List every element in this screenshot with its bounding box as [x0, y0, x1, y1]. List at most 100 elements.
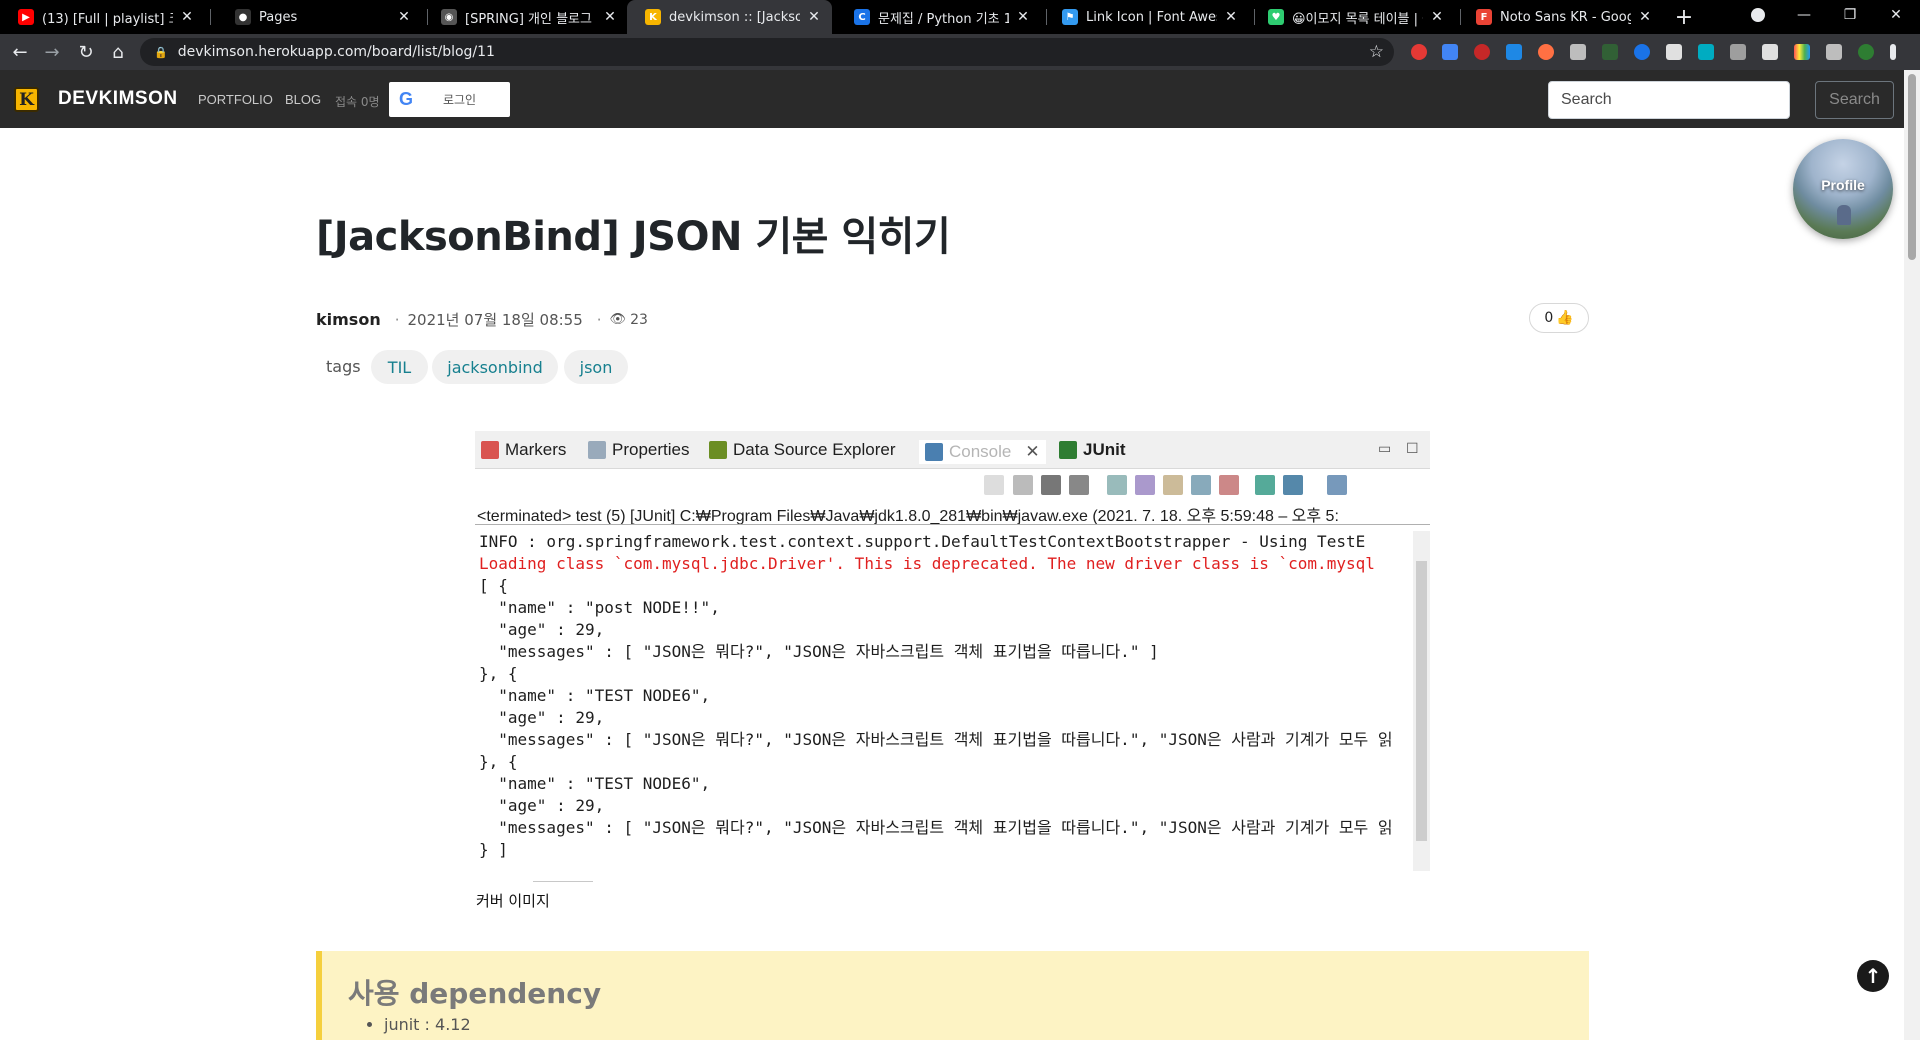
brand-name[interactable]: DEVKIMSON [58, 88, 178, 110]
brand-logo[interactable]: K [14, 87, 39, 112]
profile-button[interactable]: Profile [1793, 139, 1893, 239]
user-avatar-icon[interactable] [1858, 44, 1874, 60]
eclipse-scrollbar-thumb [1416, 561, 1427, 841]
tab-separator [210, 9, 211, 25]
eclipse-bottom-line [533, 881, 593, 882]
scrollbar-thumb[interactable] [1908, 74, 1916, 260]
eclipse-console-output: INFO : org.springframework.test.context.… [479, 531, 1409, 871]
like-button[interactable]: 0 👍 [1529, 303, 1589, 333]
screen-extension-icon[interactable] [1762, 44, 1778, 60]
console-line: }, { [479, 664, 518, 683]
like-count: 0 [1544, 310, 1554, 326]
profile-circle-icon[interactable] [1735, 0, 1781, 30]
mail-extension-icon[interactable] [1570, 44, 1586, 60]
close-window-button[interactable]: ✕ [1873, 0, 1919, 30]
eclipse-tab-data-source: Data Source Explorer [709, 440, 896, 460]
close-tab-icon[interactable]: ✕ [1429, 9, 1445, 25]
search-input[interactable] [1548, 81, 1790, 119]
ublock-extension-icon[interactable] [1474, 44, 1490, 60]
clear-console-icon [1107, 475, 1127, 495]
tab-title: [SPRING] 개인 블로그 | De [465, 11, 596, 27]
address-bar[interactable]: 🔒 devkimson.herokuapp.com/board/list/blo… [140, 38, 1394, 66]
forward-button[interactable]: → [38, 38, 66, 66]
tag-jacksonbind[interactable]: jacksonbind [432, 350, 558, 384]
home-button[interactable]: ⌂ [104, 38, 132, 66]
console-line: "name" : "TEST NODE6", [479, 774, 711, 793]
tab-favicon-icon: ● [235, 9, 251, 25]
browser-tab[interactable]: ◉ [SPRING] 개인 블로그 | De ✕ [423, 0, 628, 34]
close-tab-icon[interactable]: ✕ [396, 9, 412, 25]
console-line: INFO : org.springframework.test.context.… [479, 532, 1366, 551]
visitor-count: 접속 0명 [335, 95, 380, 109]
vue-extension-icon[interactable] [1730, 44, 1746, 60]
menu-kebab-icon[interactable] [1890, 44, 1896, 60]
pin-console-icon [1255, 475, 1275, 495]
google-icon: G [398, 89, 413, 109]
tab-title: (13) [Full | playlist] 크리스 [42, 11, 173, 27]
tab-title: 문제집 / Python 기초 100 [878, 11, 1009, 27]
extension-icon[interactable] [1634, 44, 1650, 60]
eye-icon: 👁 [609, 312, 627, 327]
eclipse-divider [475, 524, 1430, 525]
extension-icon[interactable] [1538, 44, 1554, 60]
close-tab-icon[interactable]: ✕ [602, 9, 618, 25]
view-count: 23 [630, 311, 648, 328]
browser-tab[interactable]: Kdevkimson :: [JacksonBind ✕ [627, 0, 832, 34]
browser-tab[interactable]: ● Pages ✕ [217, 0, 422, 34]
tab-title: Link Icon | Font Awesome [1086, 9, 1217, 25]
site-navbar: K DEVKIMSON PORTFOLIO BLOG 접속 0명 G 로그인 S… [0, 70, 1904, 128]
post-author[interactable]: kimson [316, 310, 381, 329]
close-tab-icon[interactable]: ✕ [806, 9, 822, 25]
back-button[interactable]: ← [6, 38, 34, 66]
browser-tab[interactable]: C 문제집 / Python 기초 100 ✕ [836, 0, 1041, 34]
console-line: "age" : 29, [479, 708, 605, 727]
pin-icon [984, 475, 1004, 495]
minimize-button[interactable]: — [1781, 0, 1827, 30]
nav-blog[interactable]: BLOG [285, 92, 321, 107]
browser-tab[interactable]: F Noto Sans KR - Google Fo ✕ [1458, 0, 1663, 34]
arrow-up-circle-icon[interactable]: ↑ [1857, 960, 1889, 992]
tag-til[interactable]: TIL [371, 350, 428, 384]
browser-tab-strip: ▶ (13) [Full | playlist] 크리스 ✕ ● Pages ✕ ◉ [SPR… [0, 0, 1920, 34]
restore-button[interactable]: ❐ [1827, 0, 1873, 30]
tag-json[interactable]: json [564, 350, 628, 384]
tags-label: tags [326, 357, 361, 376]
mail-extension-icon[interactable] [1666, 44, 1682, 60]
extension-icon[interactable] [1411, 44, 1427, 60]
search-button[interactable]: Search [1815, 81, 1894, 119]
close-tab-icon[interactable]: ✕ [1637, 9, 1653, 25]
check-extension-icon[interactable] [1698, 44, 1714, 60]
reload-button[interactable]: ↻ [72, 38, 100, 66]
page-scrollbar[interactable] [1904, 70, 1920, 1040]
bookmark-star-icon[interactable]: ☆ [1369, 42, 1384, 62]
show-stderr-icon [1219, 475, 1239, 495]
nav-portfolio[interactable]: PORTFOLIO [198, 92, 273, 107]
separator-dot: · [596, 310, 602, 329]
console-line: "messages" : [ "JSON은 뭐다?", "JSON은 자바스크립… [479, 642, 1159, 661]
open-console-icon [1327, 475, 1347, 495]
close-icon: ✕ [1025, 442, 1040, 461]
new-tab-button[interactable]: + [1670, 0, 1698, 34]
close-tab-icon[interactable]: ✕ [1015, 9, 1031, 25]
browser-tab[interactable]: ▶ (13) [Full | playlist] 크리스 ✕ [0, 0, 205, 34]
google-login-button[interactable]: G 로그인 [389, 82, 510, 117]
color-extension-icon[interactable] [1794, 44, 1810, 60]
display-console-icon [1283, 475, 1303, 495]
crop-extension-icon[interactable] [1602, 44, 1618, 60]
browser-tab[interactable]: ♥ 😀이모지 목록 테이블 | C ✕ [1250, 0, 1455, 34]
console-line: } ] [479, 840, 508, 859]
puzzle-extensions-icon[interactable] [1826, 44, 1842, 60]
download-extension-icon[interactable] [1506, 44, 1522, 60]
translate-extension-icon[interactable] [1442, 44, 1458, 60]
browser-tab[interactable]: ⚑ Link Icon | Font Awesome ✕ [1044, 0, 1249, 34]
eclipse-terminated-line: <terminated> test (5) [JUnit] C:₩Program… [477, 508, 1339, 525]
close-tab-icon[interactable]: ✕ [1223, 9, 1239, 25]
properties-icon [588, 441, 606, 459]
maximize-icon: ☐ [1406, 441, 1419, 457]
eclipse-console-toolbar [475, 469, 1430, 499]
console-line: Loading class `com.mysql.jdbc.Driver'. T… [479, 554, 1375, 573]
scroll-lock-icon [1135, 475, 1155, 495]
tab-favicon-icon: ◉ [441, 9, 457, 25]
close-tab-icon[interactable]: ✕ [179, 9, 195, 25]
profile-label: Profile [1821, 177, 1865, 193]
